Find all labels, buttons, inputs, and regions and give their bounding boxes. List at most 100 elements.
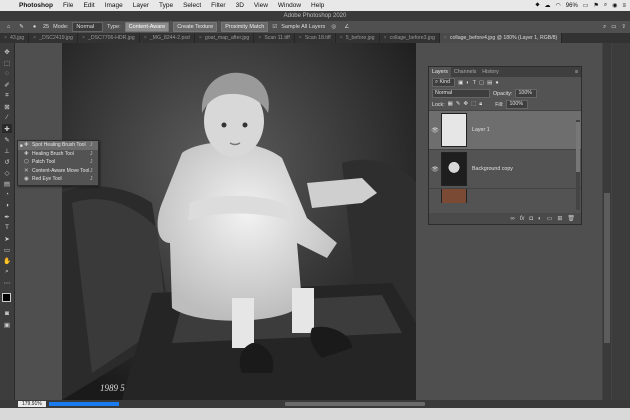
trash-icon[interactable]: 🗑︎ [567,215,575,222]
document-tab[interactable]: × 5_before.jpg [336,33,380,43]
path-selection-tool-icon[interactable]: ➤ [2,234,12,243]
document-tab-active[interactable]: × collage_before4.jpg @ 180% (Layer 1, RG… [439,33,563,43]
screen-mode-icon[interactable]: ▣ [2,320,12,329]
lock-artboard-icon[interactable]: ⬚ [471,101,476,108]
flag-icon[interactable]: ⚑ [593,2,598,9]
pen-tool-icon[interactable]: ✒ [2,212,12,221]
home-icon[interactable]: ⌂ [4,23,13,32]
canvas-horizontal-scrollbar[interactable] [285,402,425,406]
type-tool-icon[interactable]: T [2,223,12,232]
lock-transparency-icon[interactable]: ▦ [448,101,453,108]
canvas-vertical-scrollbar[interactable] [603,43,611,400]
tab-channels[interactable]: Channels [451,67,479,77]
menu-icon[interactable]: ≡ [622,3,626,9]
quick-selection-tool-icon[interactable]: ✐ [2,80,12,89]
crop-tool-icon[interactable]: ⌗ [2,91,12,100]
angle-icon[interactable]: ∠ [342,23,351,32]
layer-name[interactable]: Background copy [472,166,513,172]
eye-icon[interactable]: 👁︎ [429,127,441,134]
document-canvas-photo[interactable]: 1989 5 [62,43,416,400]
menu-app-name[interactable]: Photoshop [14,2,58,9]
layer-row[interactable]: 👁︎ Layer 1 [429,110,581,149]
blend-mode-select[interactable]: Normal [432,89,490,98]
layer-row[interactable] [429,188,581,203]
lasso-tool-icon[interactable]: ◌ [2,69,12,78]
close-icon[interactable]: × [144,35,147,41]
tab-history[interactable]: History [479,67,501,77]
siri-icon[interactable]: ◉ [612,2,617,9]
layer-name[interactable]: Layer 1 [472,127,490,133]
menu-select[interactable]: Select [178,2,206,9]
zoom-tool-icon[interactable]: ⌕ [2,267,12,276]
close-icon[interactable]: × [258,35,261,41]
lock-image-icon[interactable]: ✎ [456,101,461,108]
gradient-tool-icon[interactable]: ▤ [2,179,12,188]
workspace-icon[interactable]: ▭ [611,24,616,31]
document-tab[interactable]: × 43.jpg [0,33,30,43]
move-tool-icon[interactable]: ✥ [2,47,12,56]
link-layers-icon[interactable]: ∞ [510,216,514,222]
rectangle-tool-icon[interactable]: ▭ [2,245,12,254]
menu-layer[interactable]: Layer [128,2,154,9]
sample-all-layers-checkbox[interactable]: ☑ [272,24,277,30]
menu-type[interactable]: Type [154,2,178,9]
create-texture-button[interactable]: Create Texture [173,22,218,32]
eye-icon[interactable]: 👁︎ [429,166,441,173]
close-icon[interactable]: × [444,35,447,41]
new-layer-icon[interactable]: ⊞ [557,215,562,222]
lock-position-icon[interactable]: ✥ [463,101,468,108]
menu-edit[interactable]: Edit [78,2,99,9]
document-tab[interactable]: × _DSC7706-HDR.jpg [78,33,140,43]
flyout-item-content-aware-move[interactable]: ✕ Content-Aware Move Tool J [18,167,98,176]
flyout-item-patch[interactable]: ⬡ Patch Tool J [18,158,98,167]
dropbox-icon[interactable]: ⬥ [535,2,539,9]
pixel-filter-icon[interactable]: ▣ [458,80,463,86]
adjustment-layer-icon[interactable]: ◐ [538,216,542,222]
new-group-icon[interactable]: ▭ [547,215,553,222]
content-aware-button[interactable]: Content-Aware [124,22,170,32]
frame-tool-icon[interactable]: ⊠ [2,102,12,111]
layer-filter-select[interactable]: ⌕ Kind [432,78,456,87]
more-tools-icon[interactable]: ⋯ [2,278,12,287]
fill-input[interactable]: 100% [506,100,529,109]
spot-healing-tool-preset-icon[interactable]: ✎ [17,23,26,32]
brush-size[interactable]: 25 [43,24,49,30]
battery-percent[interactable]: 96% [566,3,578,9]
filter-toggle-icon[interactable]: ● [495,80,498,86]
proximity-match-button[interactable]: Proximity Match [221,22,269,32]
spot-healing-brush-tool-icon[interactable]: ✚ [2,124,12,133]
foreground-color-swatch[interactable] [2,293,11,302]
menu-window[interactable]: Window [273,2,306,9]
menu-help[interactable]: Help [306,2,329,9]
eraser-tool-icon[interactable]: ◇ [2,168,12,177]
menu-3d[interactable]: 3D [231,2,249,9]
fx-icon[interactable]: fx [520,216,525,222]
pressure-icon[interactable]: ◎ [329,23,338,32]
lock-all-icon[interactable]: 🔒︎ [479,101,482,108]
history-brush-tool-icon[interactable]: ↺ [2,157,12,166]
close-icon[interactable]: × [199,35,202,41]
document-tab[interactable]: × _DSC2419.jpg [29,33,78,43]
brush-preset-icon[interactable]: ● [30,23,39,32]
search-icon[interactable]: ⌕ [603,24,606,31]
add-mask-icon[interactable]: ◘ [529,216,533,222]
clone-stamp-tool-icon[interactable]: ⊥ [2,146,12,155]
document-tab[interactable]: × goat_map_after.jpg [195,33,255,43]
close-icon[interactable]: × [4,35,7,41]
wifi-icon[interactable]: ◠ [556,2,561,9]
document-tab[interactable]: × Scan 11.tiff [254,33,295,43]
search-icon[interactable]: ⌕ [604,2,607,9]
flyout-item-red-eye[interactable]: ◉ Red Eye Tool J [18,175,98,184]
marquee-tool-icon[interactable]: ⬚ [2,58,12,67]
document-tab[interactable]: × _MG_8244-2.psd [140,33,195,43]
layers-scrollbar[interactable] [576,120,580,210]
quick-mask-icon[interactable]: ◙ [2,309,12,318]
layer-row[interactable]: 👁︎ Background copy [429,149,581,188]
smart-object-filter-icon[interactable]: ▤ [487,80,492,86]
blur-tool-icon[interactable]: ◔ [2,190,12,199]
close-icon[interactable]: × [340,35,343,41]
brush-tool-icon[interactable]: ✎ [2,135,12,144]
menu-filter[interactable]: Filter [206,2,230,9]
tab-layers[interactable]: Layers [429,67,451,77]
dodge-tool-icon[interactable]: ◑ [2,201,12,210]
